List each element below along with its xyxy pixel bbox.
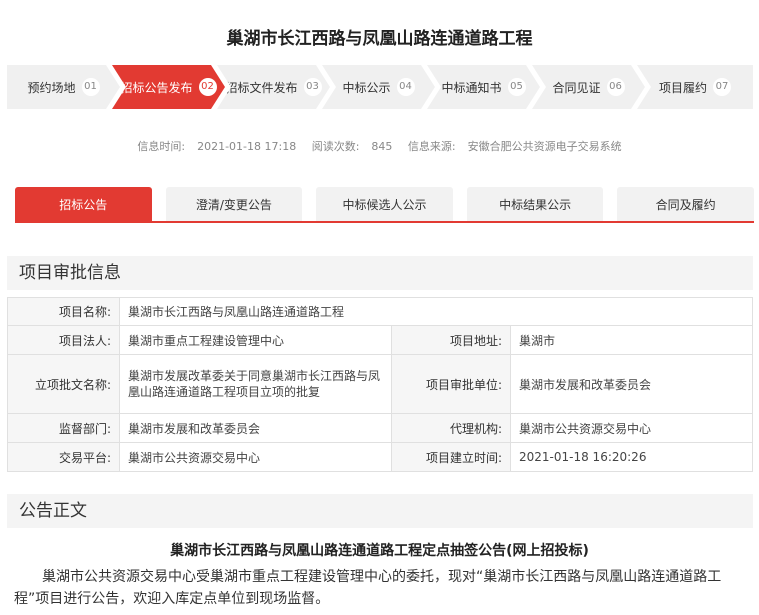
- step-5[interactable]: 中标通知书 05: [427, 65, 540, 109]
- info-time-value: 2021-01-18 17:18: [197, 140, 297, 153]
- info-views-value: 845: [371, 140, 393, 153]
- step-2[interactable]: 招标公告发布 02: [112, 65, 225, 109]
- step-label: 合同见证: [552, 80, 601, 95]
- notice-tabs: 招标公告 澄清/变更公告 中标候选人公示 中标结果公示 合同及履约: [15, 187, 754, 221]
- step-label: 项目履约: [658, 80, 707, 95]
- approval-heading: 项目审批信息: [7, 256, 753, 290]
- info-source-label: 信息来源:: [407, 140, 456, 153]
- agency-value: 巢湖市公共资源交易中心: [510, 413, 753, 443]
- created-value: 2021-01-18 16:20:26: [510, 442, 753, 472]
- created-label: 项目建立时间:: [391, 442, 511, 472]
- info-bar: 信息时间: 2021-01-18 17:18 阅读次数: 845 信息来源: 安徽合肥…: [0, 138, 759, 154]
- step-number: 05: [508, 78, 526, 96]
- address-label: 项目地址:: [391, 325, 511, 355]
- table-row: 项目名称: 巢湖市长江西路与凤凰山路连通道路工程: [7, 297, 753, 326]
- tab-clarification[interactable]: 澄清/变更公告: [165, 187, 303, 221]
- project-name-value: 巢湖市长江西路与凤凰山路连通道路工程: [119, 297, 753, 326]
- step-number: 03: [304, 78, 322, 96]
- step-label: 中标公示: [342, 80, 391, 95]
- progress-steps: 预约场地 01 招标公告发布 02 招标文件发布 03 中标公示 04 中标通知…: [7, 65, 753, 109]
- tab-contract[interactable]: 合同及履约: [617, 187, 754, 221]
- address-value: 巢湖市: [510, 325, 753, 355]
- info-views-label: 阅读次数:: [311, 140, 360, 153]
- table-row: 监督部门: 巢湖市发展和改革委员会 代理机构: 巢湖市公共资源交易中心: [7, 413, 753, 443]
- page-title: 巢湖市长江西路与凤凰山路连通道路工程: [226, 29, 533, 49]
- step-number: 06: [607, 78, 625, 96]
- notice-body: 巢湖市公共资源交易中心受巢湖市重点工程建设管理中心的委托，现对“巢湖市长江西路与…: [14, 569, 722, 607]
- legal-person-value: 巢湖市重点工程建设管理中心: [119, 325, 392, 355]
- tab-candidates[interactable]: 中标候选人公示: [316, 187, 453, 221]
- approval-table: 项目名称: 巢湖市长江西路与凤凰山路连通道路工程 项目法人: 巢湖市重点工程建设…: [7, 297, 753, 472]
- table-row: 立项批文名称: 巢湖市发展改革委关于同意巢湖市长江西路与凤凰山路连通道路工程项目…: [7, 354, 753, 414]
- table-row: 项目法人: 巢湖市重点工程建设管理中心 项目地址: 巢湖市: [7, 325, 753, 355]
- step-7[interactable]: 项目履约 07: [637, 65, 753, 109]
- approver-label: 项目审批单位:: [391, 354, 511, 414]
- info-time-label: 信息时间:: [137, 140, 186, 153]
- step-3[interactable]: 招标文件发布 03: [217, 65, 330, 109]
- step-number: 02: [199, 78, 217, 96]
- step-label: 中标通知书: [441, 80, 502, 95]
- step-label: 预约场地: [27, 80, 76, 95]
- approver-value: 巢湖市发展和改革委员会: [510, 354, 753, 414]
- step-number: 01: [82, 78, 100, 96]
- platform-value: 巢湖市公共资源交易中心: [119, 442, 392, 472]
- supervisor-value: 巢湖市发展和改革委员会: [119, 413, 392, 443]
- step-label: 招标文件发布: [225, 80, 298, 95]
- tab-result[interactable]: 中标结果公示: [466, 187, 604, 221]
- table-row: 交易平台: 巢湖市公共资源交易中心 项目建立时间: 2021-01-18 16:…: [7, 442, 753, 472]
- project-name-label: 项目名称:: [7, 297, 120, 326]
- info-source-value: 安徽合肥公共资源电子交易系统: [467, 140, 622, 153]
- step-label: 招标公告发布: [120, 80, 193, 95]
- step-number: 04: [397, 78, 415, 96]
- doc-value: 巢湖市发展改革委关于同意巢湖市长江西路与凤凰山路连通道路工程项目立项的批复: [119, 354, 392, 414]
- supervisor-label: 监督部门:: [7, 413, 120, 443]
- tab-underline: [15, 221, 754, 223]
- doc-label: 立项批文名称:: [7, 354, 120, 414]
- step-1[interactable]: 预约场地 01: [7, 65, 120, 109]
- tab-tender-notice[interactable]: 招标公告: [15, 187, 152, 221]
- notice-heading: 公告正文: [7, 494, 753, 528]
- platform-label: 交易平台:: [7, 442, 120, 472]
- notice-title: 巢湖市长江西路与凤凰山路连通道路工程定点抽签公告(网上招投标): [170, 543, 589, 559]
- step-6[interactable]: 合同见证 06: [532, 65, 645, 109]
- step-number: 07: [713, 78, 731, 96]
- legal-person-label: 项目法人:: [7, 325, 120, 355]
- step-4[interactable]: 中标公示 04: [322, 65, 435, 109]
- agency-label: 代理机构:: [391, 413, 511, 443]
